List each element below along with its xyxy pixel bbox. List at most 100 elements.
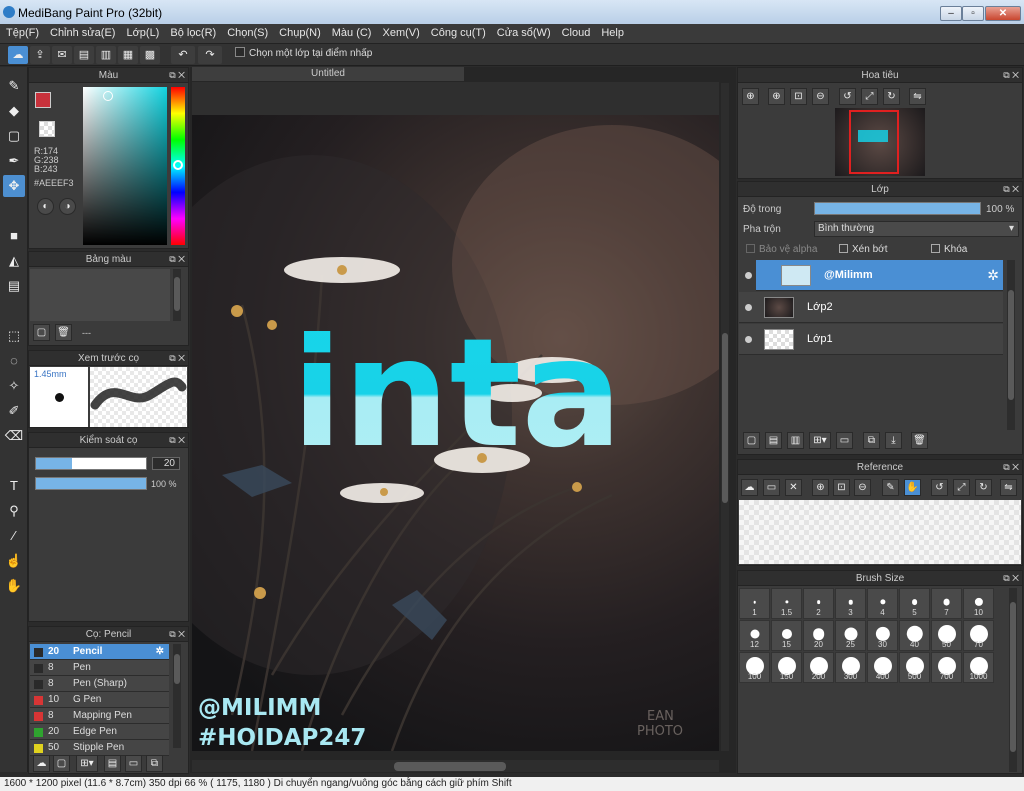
panel-controls-icon[interactable]: ⧉ ✕ — [169, 252, 185, 267]
brush-icon[interactable]: ✎ — [3, 75, 25, 97]
brush-size-value[interactable]: 20 — [152, 457, 180, 470]
lasso-icon[interactable]: ◌ — [3, 350, 25, 372]
brush-size-option[interactable]: 50 — [931, 620, 962, 651]
minimize-button[interactable]: – — [940, 6, 962, 21]
menu-item[interactable]: Chỉnh sửa(E) — [44, 24, 120, 39]
brush-size-option[interactable]: 30 — [867, 620, 898, 651]
brush-size-option[interactable]: 20 — [803, 620, 834, 651]
brush-item[interactable]: 8 Pen (Sharp) — [30, 676, 169, 692]
hand-select-icon[interactable]: ☝ — [3, 550, 25, 572]
bucket-icon[interactable]: ◭ — [3, 250, 25, 272]
hue-slider[interactable] — [171, 87, 185, 245]
zoom-in-2-icon[interactable]: ⊕ — [768, 88, 785, 105]
layer-opacity-slider[interactable] — [814, 202, 981, 215]
brush-item[interactable]: 8 Mapping Pen — [30, 708, 169, 724]
brush-size-option[interactable]: 150 — [771, 652, 802, 683]
brush-size-option[interactable]: 12 — [739, 620, 770, 651]
maximize-button[interactable]: ▫ — [962, 6, 984, 21]
brush-size-option[interactable]: 700 — [931, 652, 962, 683]
menu-item[interactable]: Xem(V) — [376, 24, 424, 39]
eyedropper-icon[interactable]: ⁄ — [3, 525, 25, 547]
ref-hand-icon[interactable]: ✋ — [904, 479, 921, 496]
panel-controls-icon[interactable]: ⧉ ✕ — [169, 351, 185, 366]
menu-item[interactable]: Cloud — [556, 24, 596, 39]
brush-item[interactable]: 10 G Pen — [30, 692, 169, 708]
menu-item[interactable]: Màu (C) — [326, 24, 377, 39]
brush-size-option[interactable]: 1.5 — [771, 588, 802, 619]
gradient-icon[interactable]: ▤ — [3, 275, 25, 297]
brush-size-option[interactable]: 500 — [899, 652, 930, 683]
ref-open-icon[interactable]: ▭ — [763, 479, 780, 496]
ref-eyedropper-icon[interactable]: ✎ — [882, 479, 899, 496]
select-layer-checkbox[interactable] — [235, 47, 245, 57]
fit-icon[interactable]: ⊡ — [790, 88, 807, 105]
menu-item[interactable]: Chụp(N) — [273, 24, 326, 39]
ref-zoom-out-icon[interactable]: ⊖ — [854, 479, 871, 496]
blend-mode-select[interactable]: Bình thường ▾ — [814, 221, 1019, 237]
menu-item[interactable]: Cửa sổ(W) — [491, 24, 556, 39]
protect-alpha-option[interactable]: Bảo vệ alpha — [746, 244, 817, 255]
brush-size-option[interactable]: 300 — [835, 652, 866, 683]
menu-item[interactable]: Help — [595, 24, 629, 39]
reference-canvas[interactable] — [739, 500, 1021, 564]
brush-size-option[interactable]: 4 — [867, 588, 898, 619]
saturation-value-picker[interactable] — [83, 87, 167, 245]
brush-size-option[interactable]: 15 — [771, 620, 802, 651]
divide-icon[interactable]: ⚲ — [3, 500, 25, 522]
canvas-v-scrollbar[interactable] — [721, 83, 729, 751]
brush-size-slider[interactable] — [35, 457, 147, 470]
brush-size-option[interactable]: 100 — [739, 652, 770, 683]
ref-rotate-right-icon[interactable]: ↻ — [975, 479, 992, 496]
visibility-icon[interactable] — [745, 272, 752, 279]
ref-close-icon[interactable]: ✕ — [785, 479, 802, 496]
layer-row[interactable]: Lớp2 — [739, 292, 1003, 323]
magic-wand-icon[interactable]: ✧ — [3, 375, 25, 397]
panel-controls-icon[interactable]: ⧉ ✕ — [169, 68, 185, 83]
panel-controls-icon[interactable]: ⧉ ✕ — [169, 433, 185, 448]
ref-rotate-left-icon[interactable]: ↺ — [931, 479, 948, 496]
new-8bit-layer-icon[interactable]: ▥ — [787, 432, 804, 449]
fit-screen-icon[interactable]: ⤢ — [861, 88, 878, 105]
panel-controls-icon[interactable]: ⧉ ✕ — [1003, 460, 1019, 475]
panel-controls-icon[interactable]: ⧉ ✕ — [169, 627, 185, 642]
new-palette-icon[interactable]: ▢ — [33, 324, 50, 341]
text-icon[interactable]: T — [3, 475, 25, 497]
visibility-icon[interactable] — [745, 304, 752, 311]
layer-folder-icon[interactable]: ▭ — [836, 432, 853, 449]
pen-icon[interactable]: ✒ — [3, 150, 25, 172]
hue-cursor[interactable] — [173, 160, 183, 170]
clip-option[interactable]: Xén bớt — [839, 244, 887, 255]
palette-scrollbar[interactable] — [173, 269, 181, 321]
brush-size-option[interactable]: 70 — [963, 620, 994, 651]
new-halftone-layer-icon[interactable]: ▤ — [765, 432, 782, 449]
gear-icon[interactable]: ✲ — [987, 267, 999, 284]
layer-row[interactable]: Lớp1 — [739, 324, 1003, 355]
secondary-color-swatch[interactable] — [39, 121, 55, 137]
brush-size-option[interactable]: 2 — [803, 588, 834, 619]
brush-size-option[interactable]: 5 — [899, 588, 930, 619]
add-brush-icon[interactable]: ⊞▾ — [76, 755, 98, 772]
move-icon[interactable]: ✥ — [3, 175, 25, 197]
palette-add-icon[interactable]: ◑ — [59, 198, 76, 215]
delete-palette-icon[interactable]: 🗑 — [55, 324, 72, 341]
merge-layer-icon[interactable]: ⤓ — [885, 432, 902, 449]
palette-icon[interactable]: ◐ — [37, 198, 54, 215]
brush-size-option[interactable]: 40 — [899, 620, 930, 651]
ref-fit-icon[interactable]: ⊡ — [833, 479, 850, 496]
zoom-out-icon[interactable]: ⊖ — [812, 88, 829, 105]
panel-controls-icon[interactable]: ⧉ ✕ — [1003, 182, 1019, 197]
navigator-viewport[interactable] — [849, 110, 899, 174]
redo-icon[interactable]: ↷ — [198, 46, 222, 64]
menu-item[interactable]: Chọn(S) — [221, 24, 273, 39]
h-scroll-thumb[interactable] — [394, 762, 506, 771]
new-brush-icon[interactable]: ▢ — [53, 755, 70, 772]
comment-icon[interactable]: ✉ — [52, 46, 72, 64]
palette-area[interactable] — [30, 269, 170, 321]
brush-item[interactable]: 50 Stipple Pen — [30, 740, 169, 756]
rotate-right-icon[interactable]: ↻ — [883, 88, 900, 105]
hand-icon[interactable]: ✋ — [3, 575, 25, 597]
brush-settings-icon[interactable]: ▤ — [104, 755, 121, 772]
menu-item[interactable]: Công cụ(T) — [425, 24, 491, 39]
brush-list-scrollbar[interactable] — [173, 644, 181, 748]
lock-option[interactable]: Khóa — [931, 244, 967, 255]
